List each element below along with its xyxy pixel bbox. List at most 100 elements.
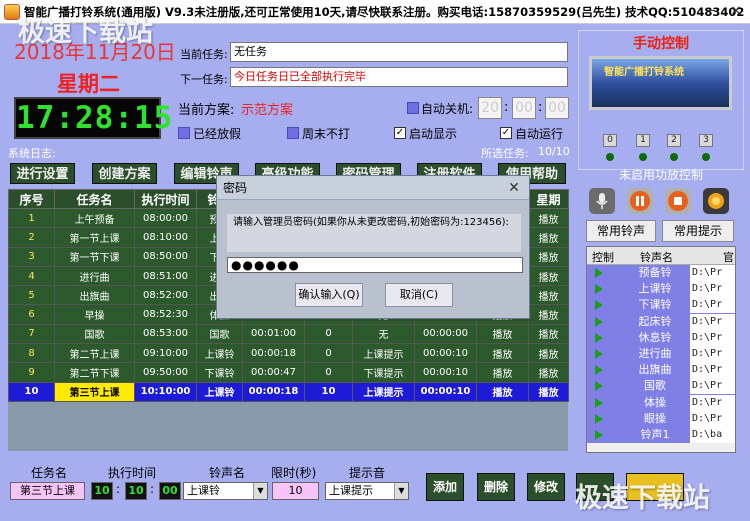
- delete-button[interactable]: 删除: [477, 473, 515, 501]
- chevron-down-icon[interactable]: ▼: [253, 483, 267, 499]
- dialog-close-icon[interactable]: ✕: [505, 179, 523, 197]
- record-icon: [708, 193, 724, 209]
- grid-header-cell[interactable]: 星期: [528, 189, 569, 209]
- table-cell: 第三节上课: [54, 381, 135, 402]
- stop-button[interactable]: [665, 188, 691, 214]
- shutdown-colon-1: :: [504, 100, 509, 115]
- exec-second-input[interactable]: 00: [159, 482, 181, 500]
- minimize-button[interactable]: ─: [703, 4, 719, 20]
- holiday-checkbox[interactable]: [178, 127, 190, 139]
- next-task-field: 今日任务日已全部执行完毕: [230, 67, 568, 87]
- bell-path: D:\Pr: [690, 410, 735, 427]
- task-name-input[interactable]: 第三节上课: [10, 482, 85, 500]
- list-item[interactable]: 国歌 D:\Pr: [587, 378, 735, 395]
- play-icon[interactable]: [595, 365, 603, 376]
- bell-name: 铃声1: [640, 427, 670, 441]
- duration-input[interactable]: 10: [272, 482, 319, 500]
- grid-header-cell[interactable]: 执行时间: [134, 189, 197, 209]
- shutdown-colon-2: :: [538, 100, 543, 115]
- shutdown-second[interactable]: 00: [545, 97, 569, 119]
- table-cell: 9: [8, 362, 55, 383]
- table-cell: 第二节下课: [54, 362, 135, 383]
- shutdown-minute[interactable]: 00: [512, 97, 536, 119]
- add-button[interactable]: 添加: [426, 473, 464, 501]
- bell-list: 控制 铃声名 官 预备铃 D:\Pr 上课铃 D:\Pr 下课铃 D:\Pr 起床铃 D:\P…: [586, 246, 736, 453]
- list-item[interactable]: 上课铃 D:\Pr: [587, 281, 735, 298]
- table-cell: 播放: [528, 207, 569, 229]
- play-icon[interactable]: [595, 429, 603, 440]
- auto-run-label: 自动运行: [515, 127, 564, 141]
- cancel-button[interactable]: 取消(C): [385, 283, 453, 307]
- list-item[interactable]: 下课铃 D:\Pr: [587, 297, 735, 314]
- channel-0-button[interactable]: 0: [603, 134, 617, 147]
- table-cell: 08:00:00: [134, 207, 197, 229]
- auto-shutdown-checkbox[interactable]: [407, 102, 419, 114]
- play-icon[interactable]: [595, 300, 603, 311]
- table-cell: 08:53:00: [134, 323, 197, 345]
- weekend-checkbox[interactable]: [287, 127, 299, 139]
- table-cell: 第一节上课: [54, 227, 135, 248]
- channel-3-button[interactable]: 3: [699, 134, 713, 147]
- microphone-button[interactable]: [589, 188, 615, 214]
- auto-run-checkbox[interactable]: ✓: [500, 127, 512, 139]
- table-cell: 10: [8, 381, 55, 402]
- play-icon[interactable]: [595, 397, 603, 408]
- list-item[interactable]: 进行曲 D:\Pr: [587, 345, 735, 363]
- grid-header-cell[interactable]: 序号: [8, 189, 55, 209]
- scheme-value: 示范方案: [241, 103, 294, 118]
- play-icon[interactable]: [595, 268, 603, 278]
- channel-2-led: [670, 153, 678, 161]
- shutdown-hour[interactable]: 20: [478, 97, 502, 119]
- grid-header-cell[interactable]: 任务名: [54, 189, 135, 209]
- list-item[interactable]: 起床铃 D:\Pr: [587, 313, 735, 330]
- bell-name: 眼操: [644, 411, 666, 425]
- list-item[interactable]: 体操 D:\Pr: [587, 394, 735, 411]
- pause-button[interactable]: [627, 188, 653, 214]
- auto-show-checkbox[interactable]: ✓: [394, 127, 406, 139]
- table-cell: 国歌: [54, 323, 135, 345]
- confirm-button[interactable]: 确认输入(Q): [295, 283, 363, 307]
- selected-task-count: 10/10: [538, 145, 570, 158]
- exec-minute-input[interactable]: 10: [125, 482, 147, 500]
- table-row[interactable]: 7 国歌 08:53:00 国歌 00:01:00 0 无 00:00:00 播放 播放: [8, 323, 569, 345]
- list-item[interactable]: 眼操 D:\Pr: [587, 410, 735, 427]
- play-icon[interactable]: [595, 316, 603, 327]
- play-icon[interactable]: [595, 381, 603, 392]
- list-item[interactable]: 铃声1 D:\ba: [587, 426, 735, 444]
- table-cell: 10:10:00: [134, 381, 197, 402]
- password-dialog: 密码 ✕ 请输入管理员密码(如果你从未更改密码,初始密码为:123456): ●…: [216, 175, 530, 319]
- modify-button[interactable]: 修改: [527, 473, 565, 501]
- bell-select[interactable]: 上课铃 ▼: [183, 482, 268, 500]
- table-row[interactable]: 8 第二节上课 09:10:00 上课铃 00:00:18 0 上课提示 00:00:10 播放…: [8, 343, 569, 364]
- next-task-label: 下一任务:: [180, 73, 228, 86]
- play-icon[interactable]: [595, 348, 603, 359]
- tab-common-prompts[interactable]: 常用提示: [662, 220, 734, 242]
- table-row[interactable]: 10 第三节上课 10:10:00 上课铃 00:00:18 10 上课提示 00:00:10…: [8, 381, 569, 402]
- list-item[interactable]: 出旗曲 D:\Pr: [587, 362, 735, 379]
- toolbar-create-scheme-button[interactable]: 创建方案: [92, 163, 157, 184]
- table-cell: 00:00:00: [414, 323, 477, 345]
- list-item[interactable]: 预备铃 D:\Pr: [587, 265, 735, 282]
- toolbar-settings-button[interactable]: 进行设置: [10, 163, 75, 184]
- scheme-label: 当前方案:: [178, 103, 235, 118]
- prompt-select[interactable]: 上课提示 ▼: [325, 482, 409, 500]
- close-button[interactable]: ✕: [728, 4, 744, 20]
- channel-2-button[interactable]: 2: [667, 134, 681, 147]
- chevron-down-icon[interactable]: ▼: [394, 483, 408, 499]
- list-item[interactable]: 休息铃 D:\Pr: [587, 329, 735, 346]
- tab-common-bells[interactable]: 常用铃声: [586, 220, 656, 242]
- pause-icon: [630, 191, 650, 211]
- channel-1-button[interactable]: 1: [636, 134, 650, 147]
- exec-hour-input[interactable]: 10: [91, 482, 113, 500]
- play-icon[interactable]: [595, 332, 603, 343]
- play-icon[interactable]: [595, 413, 603, 424]
- table-row[interactable]: 9 第二节下课 09:50:00 下课铃 00:00:47 0 下课提示 00:00:10 播放…: [8, 362, 569, 383]
- system-banner: 智能广播打铃系统: [589, 56, 732, 110]
- table-cell: 国歌: [196, 323, 243, 345]
- table-cell: 上午预备: [54, 207, 135, 229]
- prompt-label: 提示音: [349, 466, 386, 480]
- play-icon[interactable]: [595, 284, 603, 295]
- current-task-label: 当前任务:: [180, 48, 228, 61]
- record-button[interactable]: [703, 188, 729, 214]
- password-input[interactable]: ●●●●●●: [227, 257, 523, 273]
